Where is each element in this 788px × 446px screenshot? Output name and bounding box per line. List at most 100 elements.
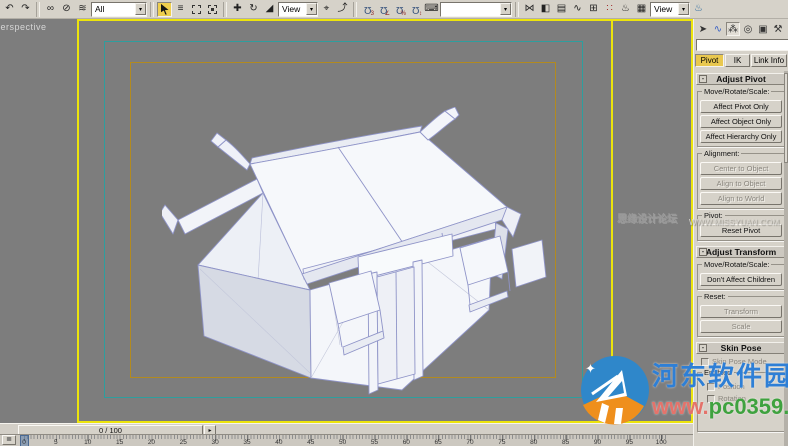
window-crossing-toggle-icon[interactable] — [205, 1, 220, 17]
named-selection-sets-dropdown[interactable]: ▾ — [440, 1, 512, 17]
material-editor-icon[interactable]: ∷ — [602, 1, 617, 17]
reference-coordinate-dropdown[interactable]: View ▾ — [278, 1, 318, 17]
checkbox-box[interactable] — [707, 394, 715, 403]
reset-scale-button[interactable]: Scale — [700, 320, 782, 333]
ruler-tick-label: 35 — [243, 439, 251, 446]
dropdown-value: View — [654, 4, 673, 14]
chevron-down-icon[interactable]: ▾ — [135, 3, 146, 15]
modify-tab-icon[interactable]: ∿ — [711, 22, 725, 36]
affect-hierarchy-only-button[interactable]: Affect Hierarchy Only — [700, 130, 782, 143]
rollout-skin-pose[interactable]: - Skin Pose — [696, 342, 786, 354]
chevron-down-icon[interactable]: ▾ — [306, 3, 317, 15]
align-to-object-button[interactable]: Align to Object — [700, 177, 782, 190]
tab-ik[interactable]: IK — [725, 54, 750, 67]
app-window: ↶ ↷ ∞ ⊘ ≋ All ▾ ≡ ✚ ↻ ◢ View ▾ ⌖ ⤴ Ω 3 Ω ∠ Ω% Ω ↕ ⌨ ▾ ⋈ ◧ ▤ ∿ ⊞ ∷ ♨ ▦ Vi… — [0, 0, 788, 446]
ruler-tick-label: 15 — [115, 439, 124, 446]
select-and-move-icon[interactable]: ✚ — [230, 1, 245, 17]
chevron-down-icon[interactable]: ▾ — [500, 3, 511, 15]
select-and-manipulate-icon[interactable]: ⤴ — [335, 1, 350, 17]
curve-editor-icon[interactable]: ∿ — [570, 1, 585, 17]
center-to-object-button[interactable]: Center to Object — [700, 162, 782, 175]
select-and-link-icon[interactable]: ∞ — [43, 1, 58, 17]
toolbar-separator — [353, 1, 357, 17]
ruler-tick-label: 20 — [147, 439, 156, 446]
dropdown-value: All — [95, 4, 105, 14]
scrollbar-thumb[interactable] — [784, 73, 788, 163]
time-slider-track[interactable]: 0 / 100 ▸ — [0, 423, 693, 435]
reset-transform-button[interactable]: Transform — [700, 305, 782, 318]
group-move-rotate-scale-2: Move/Rotate/Scale: Don't Affect Children — [697, 260, 785, 290]
tab-pivot[interactable]: Pivot — [695, 54, 724, 67]
use-pivot-center-icon[interactable]: ⌖ — [319, 1, 334, 17]
hierarchy-tab-icon[interactable]: ⁂ — [726, 22, 740, 36]
ruler-tick-label: 60 — [402, 439, 410, 446]
affect-object-only-button[interactable]: Affect Object Only — [700, 115, 782, 128]
undo-icon[interactable]: ↶ — [2, 1, 17, 17]
ruler-tick-label: 25 — [179, 439, 187, 446]
unlink-selection-icon[interactable]: ⊘ — [59, 1, 74, 17]
checkbox-label: Skin Pose Mode — [712, 357, 767, 366]
group-move-rotate-scale: Move/Rotate/Scale: Affect Pivot Only Aff… — [697, 87, 785, 147]
group-label: Move/Rotate/Scale: — [702, 260, 772, 269]
create-tab-icon[interactable]: ➤ — [696, 22, 710, 36]
select-and-rotate-icon[interactable]: ↻ — [246, 1, 261, 17]
spinner-snap-icon[interactable]: Ω ↕ — [408, 1, 423, 17]
tab-link-info[interactable]: Link Info — [751, 54, 787, 67]
mini-curve-editor-button[interactable]: ≣ — [2, 435, 16, 445]
group-label: Enabled — [702, 368, 734, 377]
rectangular-selection-region-icon[interactable] — [189, 1, 204, 17]
track-bar-ruler[interactable]: 0 5 10 15 20 25 30 35 40 45 50 55 60 65 70 75 80 85 90 95 10… — [0, 434, 693, 446]
chevron-down-icon[interactable]: ▾ — [678, 3, 689, 15]
display-tab-icon[interactable]: ▣ — [756, 22, 770, 36]
toolbar-separator — [223, 1, 227, 17]
layer-manager-icon[interactable]: ▤ — [554, 1, 569, 17]
collapse-icon[interactable]: - — [699, 248, 707, 256]
rotation-checkbox[interactable]: Rotation — [707, 394, 782, 403]
align-icon[interactable]: ◧ — [538, 1, 553, 17]
left-viewport-strip[interactable]: Perspective — [0, 19, 77, 423]
select-by-name-icon[interactable]: ≡ — [173, 1, 188, 17]
dont-affect-children-button[interactable]: Don't Affect Children — [700, 273, 782, 286]
skin-pose-mode-checkbox[interactable]: Skin Pose Mode — [701, 357, 788, 366]
checkbox-box[interactable] — [707, 382, 715, 391]
keyboard-override-icon[interactable]: ⌨ — [424, 1, 439, 17]
schematic-view-icon[interactable]: ⊞ — [586, 1, 601, 17]
angle-snap-icon[interactable]: Ω ∠ — [376, 1, 391, 17]
rollout-adjust-pivot[interactable]: - Adjust Pivot — [696, 73, 786, 85]
perspective-viewport[interactable]: 思缘设计论坛 — [77, 19, 693, 423]
bind-to-space-warp-icon[interactable]: ≋ — [75, 1, 90, 17]
checkbox-box[interactable] — [701, 357, 709, 366]
percent-snap-icon[interactable]: Ω% — [392, 1, 407, 17]
position-checkbox[interactable]: Position — [707, 382, 782, 391]
mirror-icon[interactable]: ⋈ — [522, 1, 537, 17]
quick-render-icon[interactable]: ♨ — [691, 1, 706, 17]
render-view-dropdown[interactable]: View ▾ — [650, 1, 690, 17]
ruler-ticks — [0, 435, 693, 441]
collapse-icon[interactable]: - — [699, 75, 707, 83]
render-setup-icon[interactable]: ♨ — [618, 1, 633, 17]
snap-toggle-icon[interactable]: Ω3 — [360, 1, 375, 17]
selection-filter-dropdown[interactable]: All ▾ — [91, 1, 147, 17]
affect-pivot-only-button[interactable]: Affect Pivot Only — [700, 100, 782, 113]
viewport-label: Perspective — [0, 22, 47, 32]
utilities-tab-icon[interactable]: ⚒ — [771, 22, 785, 36]
align-to-world-button[interactable]: Align to World — [700, 192, 782, 205]
checkbox-label: Position — [718, 382, 745, 391]
select-and-scale-icon[interactable]: ◢ — [262, 1, 277, 17]
redo-icon[interactable]: ↷ — [18, 1, 33, 17]
safe-frame-live-edge — [611, 21, 613, 421]
collapse-icon[interactable]: - — [699, 344, 707, 352]
group-label: Move/Rotate/Scale: — [702, 87, 772, 96]
ruler-tick-label: 95 — [625, 439, 633, 446]
ruler-tick-label: 65 — [434, 439, 442, 446]
motion-tab-icon[interactable]: ◎ — [741, 22, 755, 36]
object-name-field[interactable] — [696, 39, 788, 51]
select-object-button[interactable] — [157, 1, 172, 17]
rollout-adjust-transform[interactable]: - Adjust Transform — [696, 246, 786, 258]
ruler-tick-label: 50 — [338, 439, 347, 446]
ruler-tick-label: 70 — [466, 439, 474, 446]
group-label: Alignment: — [702, 149, 742, 158]
panel-scrollbar[interactable] — [784, 71, 788, 446]
render-frame-icon[interactable]: ▦ — [634, 1, 649, 17]
house-model[interactable] — [159, 106, 562, 397]
